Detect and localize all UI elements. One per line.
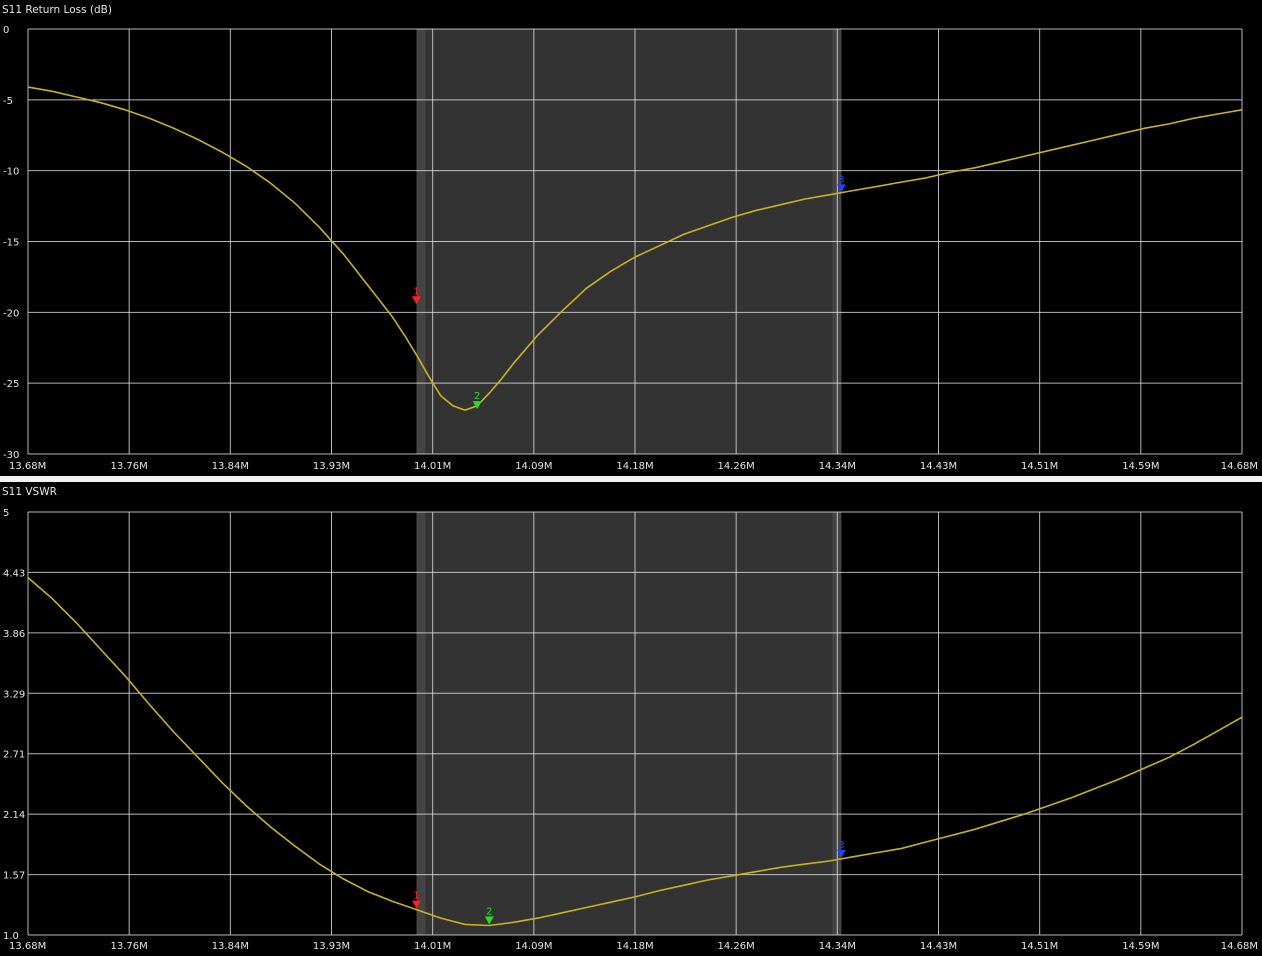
x-tick-label: 13.76M xyxy=(111,941,148,952)
chart-title: S11 VSWR xyxy=(2,486,57,498)
chart-title: S11 Return Loss (dB) xyxy=(2,4,112,16)
x-tick-label: 14.59M xyxy=(1122,461,1159,472)
x-tick-label: 13.84M xyxy=(212,461,249,472)
marker-2-label: 2 xyxy=(486,906,492,917)
x-tick-label: 14.01M xyxy=(414,941,451,952)
y-tick-label: 0 xyxy=(3,25,9,36)
highlight-band-edge-left xyxy=(416,512,426,935)
return-loss-chart: S11 Return Loss (dB) 1 2 3 0 -5 -10 -15 -20 -25… xyxy=(2,4,1258,472)
y-tick-label: -5 xyxy=(3,96,13,107)
x-tick-label: 14.68M xyxy=(1221,461,1258,472)
x-tick-label: 14.43M xyxy=(920,941,957,952)
x-tick-label: 14.26M xyxy=(718,461,755,472)
y-tick-label: -25 xyxy=(3,379,19,390)
x-tick-label: 14.51M xyxy=(1021,461,1058,472)
x-tick-label: 14.34M xyxy=(819,941,856,952)
x-tick-label: 14.09M xyxy=(515,461,552,472)
x-tick-label: 14.01M xyxy=(414,461,451,472)
y-tick-label: 3.29 xyxy=(3,689,25,700)
marker-3-label: 3 xyxy=(838,840,844,851)
x-tick-label: 13.93M xyxy=(313,941,350,952)
highlight-band xyxy=(416,512,842,935)
x-tick-label: 14.26M xyxy=(718,941,755,952)
x-tick-label: 13.76M xyxy=(111,461,148,472)
marker-1-label: 1 xyxy=(413,891,419,902)
y-tick-label: 5 xyxy=(3,508,9,519)
marker-2-label: 2 xyxy=(474,391,480,402)
x-tick-label: 14.43M xyxy=(920,461,957,472)
marker-3-label: 3 xyxy=(838,174,844,185)
x-tick-label: 13.68M xyxy=(9,461,46,472)
y-tick-label: 1.57 xyxy=(3,871,25,882)
y-tick-label: -15 xyxy=(3,238,19,249)
y-tick-label: -10 xyxy=(3,167,19,178)
y-tick-label: 2.14 xyxy=(3,810,25,821)
x-tick-label: 14.68M xyxy=(1221,941,1258,952)
x-tick-label: 13.84M xyxy=(212,941,249,952)
x-tick-label: 14.18M xyxy=(616,461,653,472)
marker-1-label: 1 xyxy=(413,286,419,297)
x-tick-label: 13.93M xyxy=(313,461,350,472)
x-tick-label: 14.34M xyxy=(819,461,856,472)
x-tick-label: 14.18M xyxy=(616,941,653,952)
x-tick-label: 13.68M xyxy=(9,941,46,952)
x-tick-label: 14.59M xyxy=(1122,941,1159,952)
y-tick-label: 4.43 xyxy=(3,568,25,579)
x-tick-label: 14.09M xyxy=(515,941,552,952)
x-tick-label: 14.51M xyxy=(1021,941,1058,952)
y-tick-label: -30 xyxy=(3,450,19,461)
y-tick-label: 2.71 xyxy=(3,750,25,761)
y-tick-label: 3.86 xyxy=(3,629,25,640)
y-tick-label: -20 xyxy=(3,308,19,319)
vswr-chart: S11 VSWR 123 54.433.863.292.712.141.571.… xyxy=(2,486,1258,952)
